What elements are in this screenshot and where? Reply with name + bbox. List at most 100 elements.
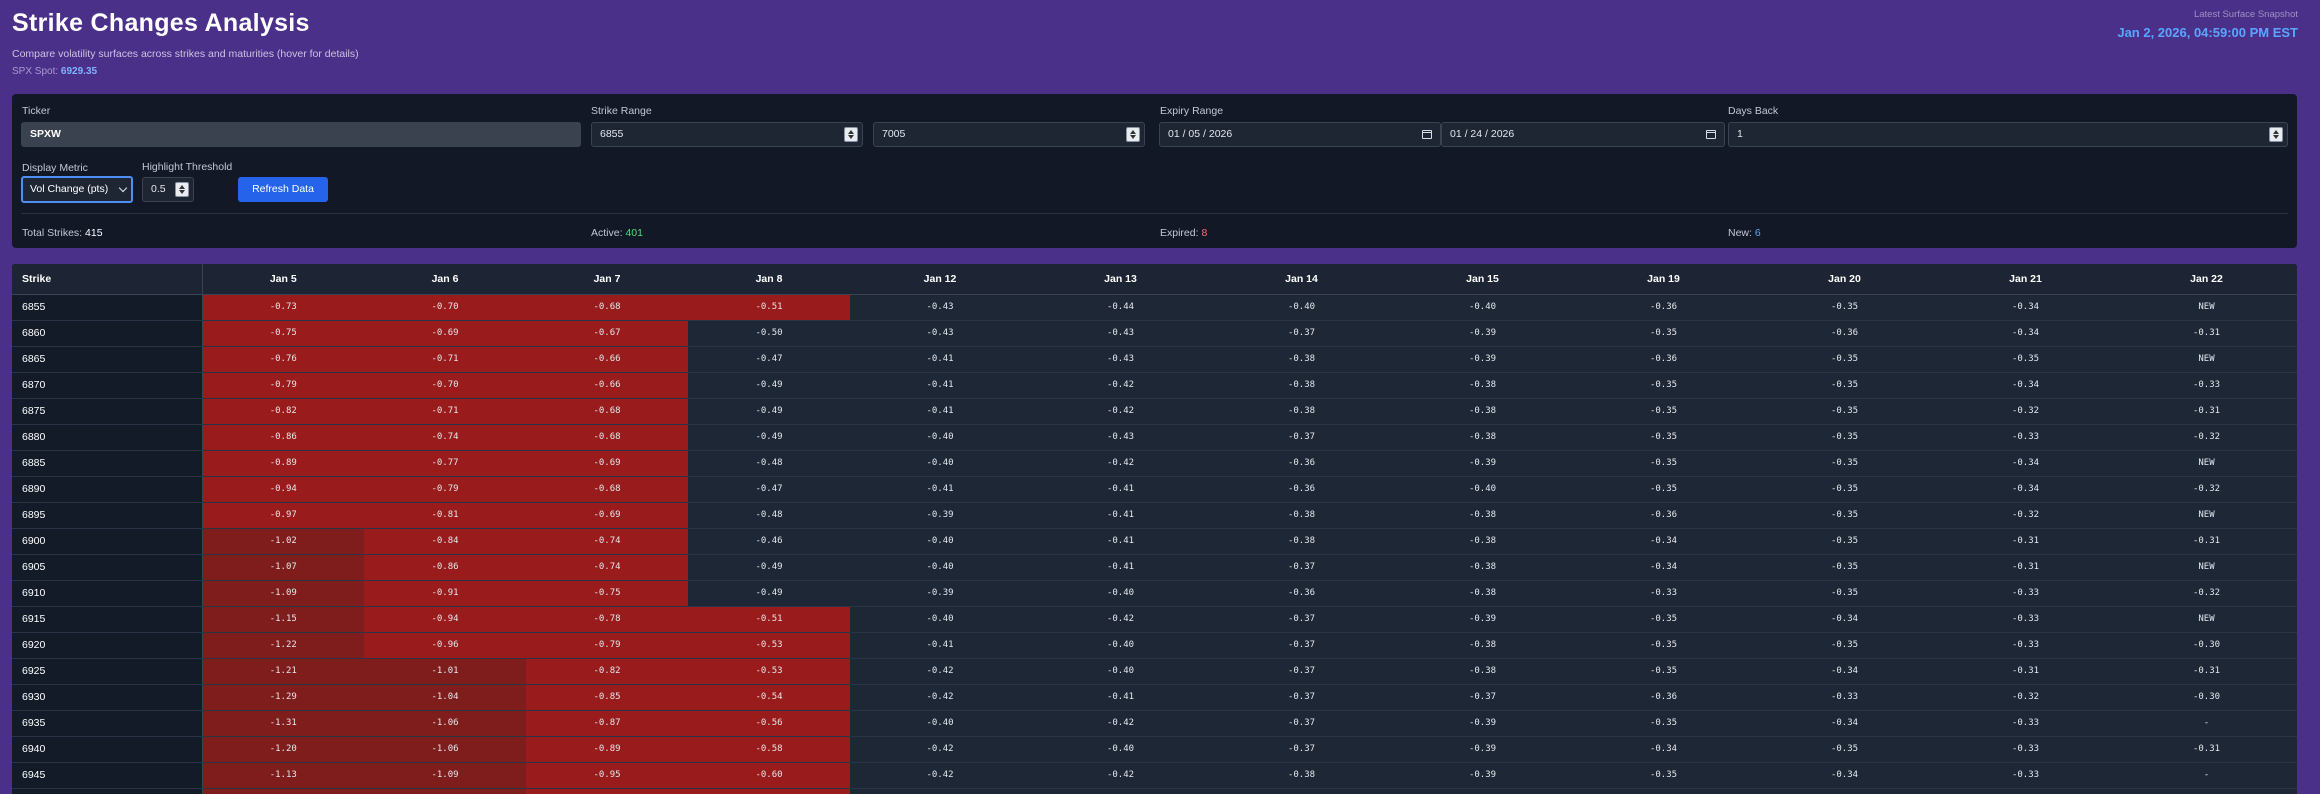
vol-change-cell[interactable]: -0.61: [688, 788, 850, 794]
vol-change-cell[interactable]: -0.36: [1211, 476, 1392, 503]
vol-change-cell[interactable]: -0.37: [1211, 710, 1392, 737]
vol-change-cell[interactable]: -0.40: [1030, 658, 1211, 685]
vol-change-cell[interactable]: -0.42: [850, 658, 1030, 685]
vol-change-cell[interactable]: -1.31: [202, 710, 364, 737]
vol-change-cell[interactable]: -0.49: [688, 372, 850, 399]
vol-change-cell[interactable]: -0.44: [1030, 294, 1211, 321]
vol-change-cell[interactable]: -0.35: [1754, 554, 1935, 581]
vol-change-cell[interactable]: -0.43: [1030, 424, 1211, 451]
vol-change-cell[interactable]: -0.37: [1211, 736, 1392, 763]
vol-change-cell[interactable]: -0.66: [526, 372, 688, 399]
vol-change-cell[interactable]: -0.41: [850, 398, 1030, 425]
vol-change-cell[interactable]: -0.49: [688, 398, 850, 425]
column-header-expiry[interactable]: Jan 7: [526, 264, 688, 295]
column-header-expiry[interactable]: Jan 15: [1392, 264, 1573, 295]
vol-change-cell[interactable]: -0.34: [1754, 788, 1935, 794]
vol-change-cell[interactable]: -0.41: [850, 632, 1030, 659]
vol-change-cell[interactable]: -: [2116, 710, 2297, 737]
table-row[interactable]: 6925 -1.21 -1.01 -0.82 -0.53 -0.42 -0.40 -0.37-…: [12, 658, 2297, 685]
vol-change-cell[interactable]: -0.69: [364, 320, 526, 347]
vol-change-cell[interactable]: -0.89: [202, 450, 364, 477]
vol-change-cell[interactable]: -0.32: [2116, 424, 2297, 451]
vol-change-cell[interactable]: -0.35: [1754, 632, 1935, 659]
vol-change-cell[interactable]: -0.43: [850, 320, 1030, 347]
table-row[interactable]: 6890 -0.94 -0.79 -0.68 -0.47 -0.41 -0.41 -0.36-…: [12, 476, 2297, 503]
vol-change-cell[interactable]: -0.85: [526, 684, 688, 711]
column-header-expiry[interactable]: Jan 6: [364, 264, 526, 295]
vol-change-cell[interactable]: -0.42: [1030, 372, 1211, 399]
vol-change-cell[interactable]: -0.82: [526, 658, 688, 685]
vol-change-cell[interactable]: -1.29: [202, 684, 364, 711]
vol-change-cell[interactable]: NEW: [2116, 450, 2297, 477]
vol-change-cell[interactable]: -0.49: [688, 424, 850, 451]
column-header-expiry[interactable]: Jan 12: [850, 264, 1030, 295]
highlight-threshold-input[interactable]: 0.5: [142, 177, 194, 202]
vol-change-cell[interactable]: -0.31: [1935, 658, 2116, 685]
vol-change-cell[interactable]: -0.35: [1754, 450, 1935, 477]
vol-change-cell[interactable]: -0.39: [1392, 450, 1573, 477]
vol-change-cell[interactable]: -0.32: [1935, 684, 2116, 711]
vol-change-cell[interactable]: -0.33: [1935, 424, 2116, 451]
vol-change-cell[interactable]: -0.33: [1935, 606, 2116, 633]
vol-change-cell[interactable]: -0.43: [1030, 346, 1211, 373]
vol-change-cell[interactable]: -0.33: [1935, 736, 2116, 763]
vol-change-cell[interactable]: -: [2116, 762, 2297, 789]
vol-change-cell[interactable]: -0.42: [850, 762, 1030, 789]
vol-change-cell[interactable]: -1.22: [202, 632, 364, 659]
vol-change-cell[interactable]: -0.36: [1573, 346, 1754, 373]
vol-change-cell[interactable]: -0.42: [1030, 450, 1211, 477]
vol-change-cell[interactable]: -0.36: [1573, 294, 1754, 321]
vol-change-cell[interactable]: -0.32: [2116, 476, 2297, 503]
expiry-start-input[interactable]: 01 / 05 / 2026: [1159, 122, 1441, 147]
vol-change-cell[interactable]: -0.42: [1030, 606, 1211, 633]
vol-change-cell[interactable]: -0.68: [526, 398, 688, 425]
vol-change-cell[interactable]: -0.84: [364, 528, 526, 555]
vol-change-cell[interactable]: -0.81: [364, 502, 526, 529]
vol-change-cell[interactable]: -0.35: [1573, 658, 1754, 685]
vol-change-cell[interactable]: -0.39: [1392, 788, 1573, 794]
vol-change-cell[interactable]: -0.36: [1211, 450, 1392, 477]
vol-change-cell[interactable]: -0.41: [1030, 554, 1211, 581]
vol-change-cell[interactable]: -0.41: [1030, 788, 1211, 794]
vol-change-cell[interactable]: -0.40: [1392, 294, 1573, 321]
vol-change-cell[interactable]: -0.40: [850, 528, 1030, 555]
vol-change-cell[interactable]: NEW: [2116, 554, 2297, 581]
vol-change-cell[interactable]: -0.38: [1392, 502, 1573, 529]
vol-change-cell[interactable]: -0.40: [1030, 632, 1211, 659]
vol-change-cell[interactable]: -0.35: [1573, 450, 1754, 477]
refresh-data-button[interactable]: Refresh Data: [238, 177, 328, 202]
vol-change-cell[interactable]: -0.76: [202, 346, 364, 373]
vol-change-cell[interactable]: -0.35: [1573, 372, 1754, 399]
vol-change-cell[interactable]: -0.94: [202, 476, 364, 503]
vol-change-cell[interactable]: -0.43: [1030, 320, 1211, 347]
vol-change-cell[interactable]: -0.94: [364, 606, 526, 633]
vol-change-cell[interactable]: -0.38: [1392, 398, 1573, 425]
vol-change-cell[interactable]: -0.37: [1211, 684, 1392, 711]
vol-change-cell[interactable]: -0.66: [526, 346, 688, 373]
vol-change-cell[interactable]: -0.37: [1211, 788, 1392, 794]
vol-change-cell[interactable]: -0.74: [526, 528, 688, 555]
table-row[interactable]: 6930 -1.29 -1.04 -0.85 -0.54 -0.42 -0.41 -0.37-…: [12, 684, 2297, 711]
vol-change-cell[interactable]: -0.91: [364, 580, 526, 607]
vol-change-cell[interactable]: -0.30: [2116, 788, 2297, 794]
vol-change-cell[interactable]: -0.39: [850, 502, 1030, 529]
vol-change-cell[interactable]: -0.31: [2116, 658, 2297, 685]
vol-change-cell[interactable]: -0.33: [1935, 580, 2116, 607]
vol-change-cell[interactable]: -1.13: [202, 762, 364, 789]
vol-change-cell[interactable]: -0.35: [1754, 346, 1935, 373]
vol-change-cell[interactable]: -0.41: [1030, 528, 1211, 555]
vol-change-cell[interactable]: -0.37: [1211, 658, 1392, 685]
vol-change-cell[interactable]: -0.41: [1030, 476, 1211, 503]
vol-change-cell[interactable]: -0.70: [364, 294, 526, 321]
vol-change-cell[interactable]: -0.35: [1754, 424, 1935, 451]
vol-change-cell[interactable]: -0.35: [1573, 424, 1754, 451]
vol-change-cell[interactable]: -0.73: [202, 294, 364, 321]
table-row[interactable]: 6920 -1.22 -0.96 -0.79 -0.53 -0.41 -0.40 -0.37-…: [12, 632, 2297, 659]
table-row[interactable]: 6905 -1.07 -0.86 -0.74 -0.49 -0.40 -0.41 -0.37-…: [12, 554, 2297, 581]
vol-change-cell[interactable]: -0.38: [1211, 762, 1392, 789]
vol-change-cell[interactable]: -0.71: [364, 398, 526, 425]
vol-change-cell[interactable]: -0.42: [850, 684, 1030, 711]
vol-change-cell[interactable]: -0.38: [1392, 580, 1573, 607]
vol-change-cell[interactable]: -0.86: [364, 554, 526, 581]
vol-change-cell[interactable]: -0.74: [526, 554, 688, 581]
